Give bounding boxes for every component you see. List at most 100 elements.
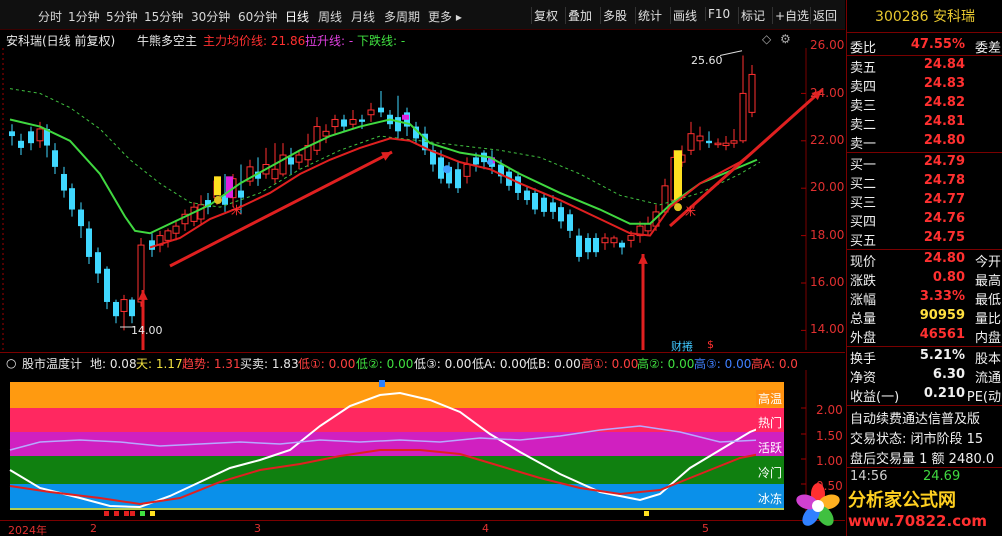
period-tab[interactable]: 周线 <box>318 8 342 25</box>
candle-body-down <box>341 119 347 127</box>
stats-button[interactable]: 统计 <box>635 7 664 24</box>
mi-tag-left: 米 <box>231 204 242 217</box>
mi-tag-right: 米 <box>685 205 696 218</box>
ask-row[interactable]: 卖四 24.83 <box>847 75 1002 95</box>
bid-row[interactable]: 买三 24.77 <box>847 191 1002 211</box>
overlay-button[interactable]: 叠加 <box>565 7 594 24</box>
zone-band-cold <box>10 456 784 484</box>
down-line-label: 下跌线: - <box>357 34 406 48</box>
f10-button[interactable]: F10 <box>705 7 732 21</box>
candle-body-down <box>18 140 24 148</box>
date-tick: 2 <box>90 522 97 535</box>
candle-body-down <box>113 301 119 317</box>
zone-label-cold: 冷门 <box>756 464 785 481</box>
candle-body-down <box>238 190 244 198</box>
candle-body-down <box>585 237 591 253</box>
candle-body-down <box>78 209 84 227</box>
adjust-button[interactable]: 复权 <box>531 7 560 24</box>
candle-body-up <box>120 299 128 312</box>
candle-body-down <box>524 190 530 201</box>
candle-body-up <box>722 142 730 147</box>
price-tick: 26.00 <box>810 38 845 52</box>
candle-body-down <box>9 131 15 137</box>
period-tab[interactable]: 60分钟 <box>238 8 277 25</box>
indicator-name[interactable]: 牛熊多空主 <box>137 32 197 49</box>
chart-title: 安科瑞(日线 前复权) <box>6 34 116 48</box>
thermometer-chart[interactable] <box>0 370 845 520</box>
draw-line-button[interactable]: 画线 <box>670 7 699 24</box>
stat-row: 现价 24.80 今开 <box>850 251 1001 270</box>
ask-row[interactable]: 卖一 24.80 <box>847 132 1002 152</box>
candle-body-down <box>86 228 92 257</box>
candle-body-up <box>748 73 756 113</box>
period-tab[interactable]: 分时 <box>38 8 62 25</box>
sub-indicator-line: ○ 股市温度计 地: 0.08 天: 1.17 趋势: 1.31 买卖: 1.83 低①… <box>0 352 845 371</box>
candle-body-down <box>69 188 75 210</box>
watermark-site: www.70822.com <box>848 512 988 530</box>
signal-bar-yellow <box>674 150 682 201</box>
candle-body-down <box>576 235 582 257</box>
period-tab[interactable]: 30分钟 <box>191 8 230 25</box>
candlestick-chart[interactable] <box>0 48 845 350</box>
period-tab-active[interactable]: 日线 <box>285 8 309 25</box>
diamond-icon[interactable]: ◇ <box>762 32 771 46</box>
buy-arrow-right-head <box>638 254 648 264</box>
ask-row[interactable]: 卖三 24.82 <box>847 94 1002 114</box>
candle-body-up <box>313 126 321 151</box>
back-button[interactable]: 返回 <box>810 7 839 24</box>
price-tick: 18.00 <box>810 228 845 242</box>
bid-row[interactable]: 买四 24.76 <box>847 210 1002 230</box>
after-hours-volume: 盘后交易量 1 额 2480.0 <box>850 452 995 467</box>
stat-row: 涨幅 3.33% 最低 <box>850 289 1001 308</box>
period-tab[interactable]: 5分钟 <box>106 8 138 25</box>
candle-body-up <box>271 168 279 180</box>
signal-bar-magenta <box>226 176 233 198</box>
zone-band-active <box>10 432 784 456</box>
signal-dot-icon <box>443 165 451 174</box>
signal-bar-yellow <box>214 176 221 196</box>
candle-body-down <box>52 150 58 167</box>
date-tick: 3 <box>254 522 261 535</box>
dashed-ma-line <box>9 88 761 208</box>
subscription-notice[interactable]: 自动续费通达信普及版 <box>850 408 980 427</box>
up-line-label: 拉升线: - <box>305 34 354 48</box>
period-more-button[interactable]: 更多 ▸ <box>428 8 462 25</box>
candle-body-down <box>129 299 135 317</box>
stat-row: 净资 6.30 流通 <box>850 367 1001 386</box>
period-tab[interactable]: 多周期 <box>384 8 420 25</box>
candle-body-down <box>455 169 461 189</box>
candle-body-down <box>28 131 34 144</box>
ask-row[interactable]: 卖五 24.84 <box>847 56 1002 76</box>
period-tab[interactable]: 月线 <box>351 8 375 25</box>
candle-body-down <box>438 157 444 179</box>
zone-label-hot: 高温 <box>756 390 785 407</box>
candle-body-down <box>288 157 294 165</box>
period-toolbar: 分时 1分钟 5分钟 15分钟 30分钟 60分钟 日线 周线 月线 多周期 更… <box>0 0 845 30</box>
price-tick: 24.00 <box>810 86 845 100</box>
sub-toggle-icon[interactable]: ○ <box>6 356 16 370</box>
bid-row[interactable]: 买一 24.79 <box>847 153 1002 173</box>
candle-body-up <box>197 204 205 220</box>
candle-body-down <box>359 119 365 122</box>
watermark-brand: 分析家公式网 <box>848 490 956 511</box>
add-watchlist-button[interactable]: +自选 <box>772 7 811 24</box>
candle-body-down <box>515 176 521 193</box>
bid-row[interactable]: 买五 24.75 <box>847 229 1002 249</box>
stat-row: 外盘 46561 内盘 <box>850 327 1001 346</box>
price-tick: 22.00 <box>810 133 845 147</box>
price-tick: 14.00 <box>810 322 845 336</box>
period-tab[interactable]: 1分钟 <box>68 8 100 25</box>
low-price-marker: 14.00 <box>131 324 163 337</box>
settings-icon[interactable]: ⚙ <box>780 32 791 46</box>
date-tick: 4 <box>482 522 489 535</box>
bid-row[interactable]: 买二 24.78 <box>847 172 1002 192</box>
candle-body-up <box>610 237 618 244</box>
candle-body-up <box>172 225 180 234</box>
candle-body-down <box>619 242 625 248</box>
signal-bar-magenta <box>402 114 409 120</box>
ask-row[interactable]: 卖二 24.81 <box>847 113 1002 133</box>
period-tab[interactable]: 15分钟 <box>144 8 183 25</box>
candle-body-up <box>463 164 471 177</box>
multi-stock-button[interactable]: 多股 <box>600 7 629 24</box>
mark-button[interactable]: 标记 <box>738 7 767 24</box>
